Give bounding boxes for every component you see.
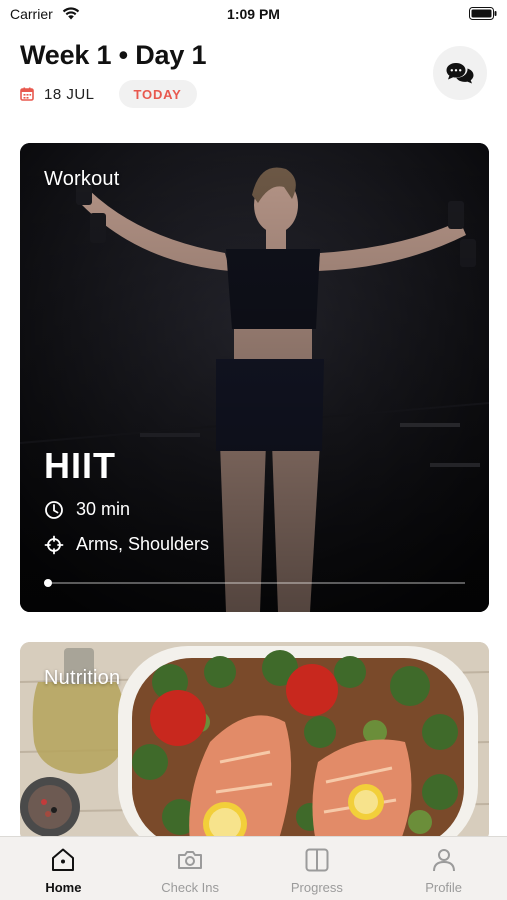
video-progress-handle[interactable]	[44, 579, 52, 587]
workout-duration: 30 min	[76, 499, 131, 519]
date-row: 18 JUL TODAY	[20, 80, 197, 108]
current-date: 18 JUL	[44, 85, 95, 103]
chat-button[interactable]	[433, 46, 487, 100]
tab-home[interactable]: Home	[0, 837, 127, 900]
target-icon	[44, 535, 64, 554]
today-button[interactable]: TODAY	[118, 80, 197, 108]
workout-focus: Arms, Shoulders	[76, 534, 210, 554]
workout-name: HIIT	[44, 445, 116, 486]
workout-card[interactable]: Workout HIIT 30 min Arms, Shoulders	[20, 143, 489, 612]
page-title: Week 1 • Day 1	[20, 40, 207, 70]
split-square-icon	[305, 848, 329, 872]
tab-profile[interactable]: Profile	[380, 837, 507, 900]
focus-row: Arms, Shoulders	[44, 534, 209, 555]
tab-check-ins[interactable]: Check Ins	[127, 837, 254, 900]
tab-profile-label: Profile	[425, 880, 463, 895]
tab-bar: Home Check Ins Progress Profile	[0, 836, 507, 900]
tab-progress-label: Progress	[290, 880, 343, 895]
tab-progress[interactable]: Progress	[254, 837, 381, 900]
battery-icon	[469, 7, 497, 20]
status-time: 1:09 PM	[227, 6, 280, 22]
home-icon	[52, 848, 75, 871]
workout-section-label: Workout	[44, 168, 120, 190]
video-progress-track[interactable]	[46, 582, 465, 584]
calendar-icon	[20, 87, 34, 101]
nutrition-card[interactable]: Nutrition	[20, 642, 489, 842]
tab-home-label: Home	[45, 880, 82, 895]
duration-row: 30 min	[44, 499, 130, 520]
clock-icon	[45, 500, 63, 519]
person-icon	[432, 849, 455, 872]
chat-bubbles-icon	[446, 63, 474, 84]
nutrition-section-label: Nutrition	[44, 667, 121, 689]
tab-check-ins-label: Check Ins	[161, 880, 220, 895]
camera-icon	[178, 851, 203, 869]
status-bar: Carrier 1:09 PM	[0, 0, 507, 28]
